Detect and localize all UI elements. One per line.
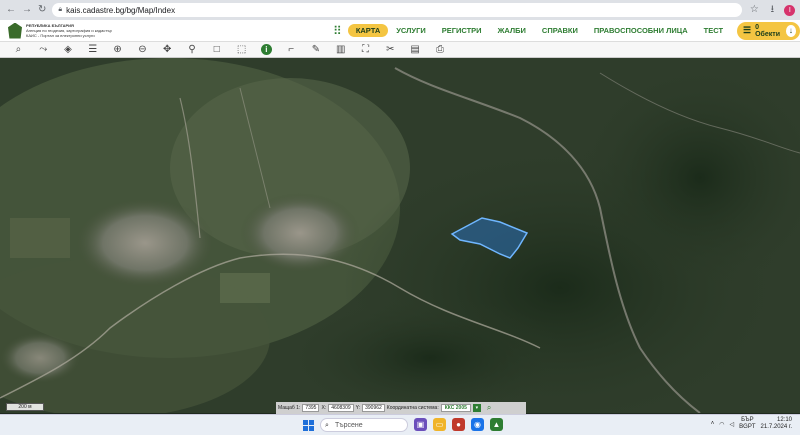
lock-icon: 🔒︎: [58, 6, 63, 13]
pin-glyph: ⚲: [188, 44, 196, 55]
file-explorer-icon[interactable]: ▭: [433, 418, 446, 431]
route-glyph: ⤳: [39, 44, 48, 55]
reload-icon[interactable]: ↻: [38, 4, 46, 16]
clock-time: 12:10: [776, 417, 792, 423]
map-glyph: ▥: [336, 44, 346, 55]
pan-glyph: ✥: [162, 44, 172, 55]
app-icon-1[interactable]: ▣: [414, 418, 427, 431]
map-imagery: [0, 58, 800, 413]
route-icon[interactable]: ⤳: [31, 43, 56, 57]
menu-item-test[interactable]: ТЕСТ: [696, 24, 731, 37]
menu-item-map[interactable]: КАРТА: [347, 24, 389, 37]
site-logo[interactable]: РЕПУБЛИКА БЪЛГАРИЯ Агенция по геодезия, …: [0, 22, 321, 39]
search-icon[interactable]: ⌕: [6, 43, 31, 57]
print-icon[interactable]: ⎙: [428, 43, 453, 57]
scale-input[interactable]: 7395: [302, 404, 320, 412]
app-icon-3[interactable]: ●: [452, 418, 465, 431]
layers-stack-icon[interactable]: ☰: [80, 43, 105, 57]
objects-button-label: 0 Обекти: [755, 23, 781, 38]
chrome-icon[interactable]: ◉: [471, 418, 484, 431]
search-glyph: ⌕: [15, 44, 22, 55]
measure-glyph: ⌐: [288, 44, 295, 55]
cut-glyph: ✂: [386, 44, 395, 55]
map-icon[interactable]: ▥: [328, 43, 353, 57]
bookmark-star-icon[interactable]: ☆: [748, 4, 760, 16]
satellite-map[interactable]: [0, 58, 800, 413]
lang-line-1: БЪР: [741, 417, 754, 423]
forward-icon[interactable]: →: [22, 4, 32, 16]
hamburger-icon: ☰: [743, 25, 752, 35]
print-glyph: ⎙: [435, 44, 444, 55]
draw-icon[interactable]: ✎: [304, 43, 329, 57]
wifi-icon[interactable]: ◠: [719, 421, 724, 428]
menu-item-references[interactable]: СПРАВКИ: [534, 24, 586, 37]
objects-button[interactable]: ☰ 0 Обекти ↓: [737, 21, 800, 40]
os-taskbar: ⌕ Търсене ▣ ▭ ● ◉ ▲ ˄ ◠ ◁ БЪР BGPT 12:10…: [0, 414, 800, 435]
select-area-glyph: ⬚: [236, 44, 247, 55]
info-glyph: i: [260, 44, 272, 55]
map-toolbar: ⌕ ⤳ ◈ ☰ ⊕ ⊖ ✥ ⚲ □ ⬚ i ⌐ ✎ ▥ ⛶ ✂ ▤ ⎙: [0, 42, 800, 58]
pin-icon[interactable]: ⚲: [180, 43, 205, 57]
crs-dropdown-icon[interactable]: ▾: [472, 404, 481, 412]
pan-icon[interactable]: ✥: [155, 43, 180, 57]
menu-item-licensed-persons[interactable]: ПРАВОСПОСОБНИ ЛИЦА: [586, 24, 696, 37]
draw-glyph: ✎: [311, 44, 321, 55]
info-icon[interactable]: i: [254, 43, 279, 57]
profile-avatar[interactable]: I: [784, 4, 796, 16]
select-box-glyph: □: [213, 44, 220, 55]
fullscreen-icon[interactable]: ⛶: [353, 43, 378, 57]
windows-start-icon[interactable]: [303, 420, 314, 431]
logo-line-3: КАИС - Портал за електронни услуги: [26, 33, 95, 38]
downloads-icon[interactable]: ⭳: [766, 4, 778, 16]
zoom-search-icon[interactable]: ⌕: [487, 403, 491, 413]
fullscreen-glyph: ⛶: [362, 44, 370, 55]
x-label: X:: [321, 405, 327, 411]
crs-label: Координатна система:: [386, 405, 439, 411]
site-header: РЕПУБЛИКА БЪЛГАРИЯ Агенция по геодезия, …: [0, 20, 800, 42]
menu-item-registers[interactable]: РЕГИСТРИ: [434, 24, 490, 37]
map-status-bar: Мащаб 1: 7395 X: 4608309 Y: 390962 Коорд…: [276, 402, 526, 414]
taskbar-search-placeholder: Търсене: [335, 422, 363, 429]
y-label: Y:: [355, 405, 361, 411]
download-arrow-icon: ↓: [785, 24, 796, 37]
coat-of-arms-icon: [8, 22, 22, 39]
browser-toolbar: ← → ↻ 🔒︎ kais.cadastre.bg/bg/Map/Index ☆…: [0, 0, 800, 20]
zoom-out-glyph: ⊖: [138, 44, 147, 55]
layers-stack-glyph: ☰: [88, 44, 98, 55]
layers-icon[interactable]: ◈: [56, 43, 81, 57]
scale-label: Мащаб 1:: [278, 405, 301, 411]
main-menu: КАРТА УСЛУГИ РЕГИСТРИ ЖАЛБИ СПРАВКИ ПРАВ…: [347, 24, 731, 37]
clock-date: 21.7.2024 г.: [760, 424, 792, 430]
volume-icon[interactable]: ◁: [730, 421, 735, 428]
cut-icon[interactable]: ✂: [378, 43, 403, 57]
crs-select[interactable]: ККС 2005: [440, 404, 471, 412]
select-area-icon[interactable]: ⬚: [229, 43, 254, 57]
layers-glyph: ◈: [64, 44, 72, 55]
layers-panel-glyph: ▤: [410, 44, 420, 55]
select-box-icon[interactable]: □: [204, 43, 229, 57]
apps-grid-icon[interactable]: ⠿: [333, 24, 342, 38]
taskbar-clock[interactable]: 12:10 21.7.2024 г.: [761, 417, 792, 431]
map-scale-bar: 200 м: [6, 403, 44, 411]
url-text: kais.cadastre.bg/bg/Map/Index: [66, 5, 176, 15]
zoom-out-icon[interactable]: ⊖: [130, 43, 155, 57]
layers-panel-icon[interactable]: ▤: [403, 43, 428, 57]
y-coordinate-field: 390962: [362, 404, 385, 412]
taskbar-search[interactable]: ⌕ Търсене: [320, 418, 408, 432]
zoom-in-glyph: ⊕: [113, 44, 122, 55]
back-icon[interactable]: ←: [6, 4, 16, 16]
menu-item-complaints[interactable]: ЖАЛБИ: [490, 24, 534, 37]
menu-item-services[interactable]: УСЛУГИ: [388, 24, 433, 37]
app-icon-5[interactable]: ▲: [490, 418, 503, 431]
search-icon: ⌕: [325, 422, 329, 429]
lang-line-2: BGPT: [739, 424, 756, 430]
x-coordinate-field: 4608309: [328, 404, 354, 412]
address-bar[interactable]: 🔒︎ kais.cadastre.bg/bg/Map/Index: [52, 3, 743, 17]
measure-icon[interactable]: ⌐: [279, 43, 304, 57]
tray-up-arrow-icon[interactable]: ˄: [711, 421, 715, 427]
zoom-in-icon[interactable]: ⊕: [105, 43, 130, 57]
language-indicator[interactable]: БЪР BGPT: [739, 417, 755, 431]
